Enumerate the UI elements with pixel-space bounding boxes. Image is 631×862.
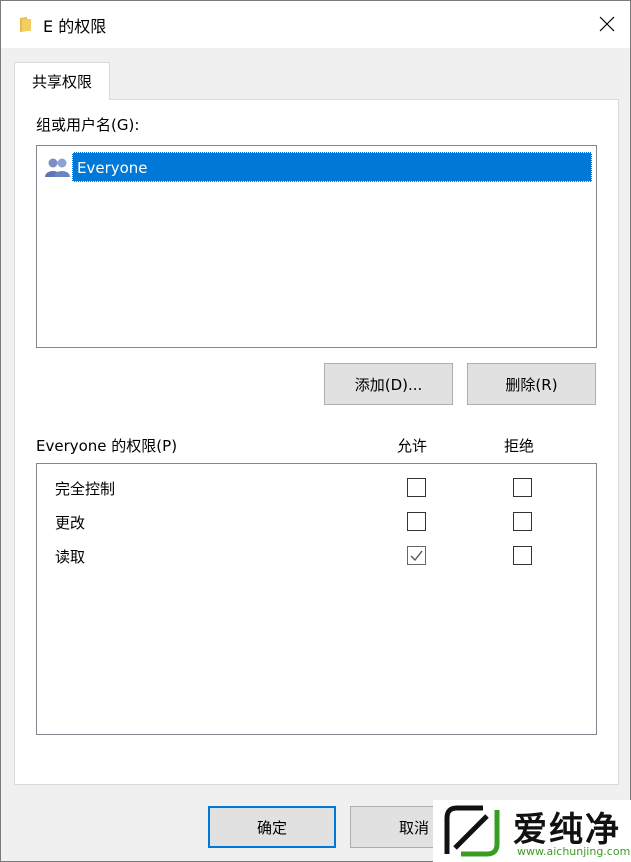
deny-header: 拒绝: [504, 437, 535, 455]
ok-button[interactable]: 确定: [208, 806, 336, 848]
allow-full-control-checkbox[interactable]: [407, 478, 426, 497]
tab-label: 共享权限: [31, 73, 92, 91]
deny-change-checkbox[interactable]: [513, 512, 532, 531]
remove-button-label: 删除(R): [505, 375, 558, 394]
allow-header: 允许: [397, 437, 428, 455]
permissions-list: 完全控制 更改 读取: [36, 463, 597, 735]
add-button-label: 添加(D)...: [354, 375, 423, 394]
title-bar: E 的权限: [1, 1, 630, 48]
ok-button-label: 确定: [256, 818, 287, 837]
aichunjing-logo-icon: [444, 805, 500, 857]
groups-label: 组或用户名(G):: [36, 116, 140, 134]
list-item[interactable]: Everyone: [45, 152, 592, 184]
checkmark-icon: [410, 550, 423, 562]
users-icon: [45, 158, 70, 177]
watermark: 爱纯净 www.aichunjing.com: [433, 800, 631, 862]
permission-name-full-control: 完全控制: [55, 480, 116, 498]
groups-listbox[interactable]: Everyone: [36, 145, 597, 348]
deny-read-checkbox[interactable]: [513, 546, 532, 565]
tab-share-permissions[interactable]: 共享权限: [14, 62, 110, 100]
add-button[interactable]: 添加(D)...: [324, 363, 453, 405]
deny-full-control-checkbox[interactable]: [513, 478, 532, 497]
folder-icon: [20, 17, 31, 32]
cancel-button-label: 取消: [398, 818, 429, 837]
permission-name-read: 读取: [55, 548, 86, 566]
window-title: E 的权限: [43, 17, 107, 36]
list-item-label: Everyone: [72, 152, 592, 182]
close-button[interactable]: [584, 1, 630, 47]
remove-button[interactable]: 删除(R): [467, 363, 596, 405]
allow-change-checkbox[interactable]: [407, 512, 426, 531]
watermark-text: 爱纯净: [513, 810, 621, 850]
permission-name-change: 更改: [55, 514, 86, 532]
close-icon: [599, 16, 615, 32]
watermark-url: www.aichunjing.com: [517, 845, 631, 858]
allow-read-checkbox[interactable]: [407, 546, 426, 565]
permissions-label: Everyone 的权限(P): [36, 437, 178, 455]
permissions-dialog: E 的权限 共享权限 组或用户名(G): Everyone 添加(D)... 删: [0, 0, 631, 862]
